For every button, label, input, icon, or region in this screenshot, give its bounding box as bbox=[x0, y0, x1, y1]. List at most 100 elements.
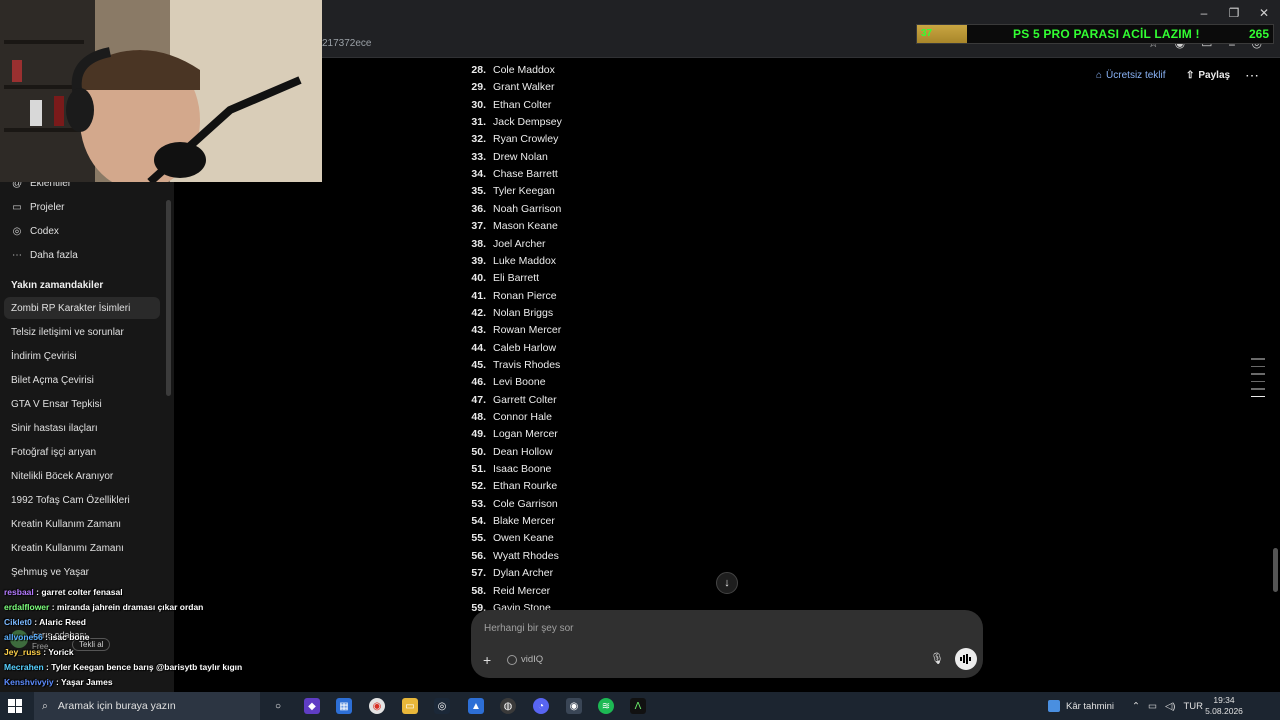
store-icon[interactable]: ▦ bbox=[336, 698, 352, 714]
list-item-name: Chase Barrett bbox=[493, 168, 558, 181]
list-item-name: Cole Garrison bbox=[493, 497, 558, 510]
app-icon[interactable]: ◍ bbox=[500, 698, 516, 714]
nav-label: Codex bbox=[30, 225, 59, 237]
app-icon[interactable]: ▲ bbox=[468, 698, 484, 714]
sidebar-chat-item[interactable]: Kreatin Kullanımı Zamanı bbox=[4, 537, 160, 559]
list-item-number: 30. bbox=[471, 98, 486, 111]
list-item: 33. Drew Nolan bbox=[462, 151, 547, 168]
weather-widget[interactable]: Kâr tahmini bbox=[1048, 692, 1114, 720]
app-icon[interactable]: ◆ bbox=[304, 698, 320, 714]
toc-line[interactable] bbox=[1251, 373, 1265, 375]
donation-current: 37 bbox=[921, 28, 933, 39]
sidebar-chat-item[interactable]: Bilet Açma Çevirisi bbox=[4, 369, 160, 391]
list-item-name: Joel Archer bbox=[493, 237, 546, 250]
share-button[interactable]: ⇧ Paylaş bbox=[1186, 70, 1230, 81]
list-item-name: Dylan Archer bbox=[493, 567, 554, 580]
clock[interactable]: 19:34 5.08.2026 bbox=[1200, 695, 1248, 717]
nav-more[interactable]: ⋯ Daha fazla bbox=[8, 243, 158, 267]
list-item-number: 38. bbox=[471, 237, 486, 250]
list-item: 42. Nolan Briggs bbox=[462, 307, 553, 324]
spotify-icon[interactable]: ≋ bbox=[598, 698, 614, 714]
stream-chat-message: Kenshvivyiy : Yaşar James bbox=[4, 677, 113, 687]
list-item: 57. Dylan Archer bbox=[462, 567, 553, 584]
sidebar-chat-item[interactable]: Nitelikli Böcek Aranıyor bbox=[4, 465, 160, 487]
list-item-name: Isaac Boone bbox=[493, 463, 552, 476]
toc-line[interactable] bbox=[1251, 380, 1265, 382]
toc-line[interactable] bbox=[1251, 358, 1265, 360]
vidiq-label: vidIQ bbox=[521, 654, 544, 665]
discord-icon[interactable]: ◔ bbox=[533, 698, 549, 714]
close-button[interactable]: ✕ bbox=[1254, 6, 1274, 20]
network-icon[interactable]: ▭ bbox=[1148, 701, 1157, 712]
stream-chat-message: erdalflower : miranda jahrein draması çı… bbox=[4, 602, 203, 612]
scroll-down-button[interactable]: ↓ bbox=[716, 572, 738, 594]
list-item-name: Noah Garrison bbox=[493, 202, 562, 215]
sidebar-chat-item[interactable]: İndirim Çevirisi bbox=[4, 345, 160, 367]
list-item-name: Rowan Mercer bbox=[493, 324, 562, 337]
stream-chat-message: resbaal : garret colter fenasal bbox=[4, 587, 123, 597]
nav-projects[interactable]: ▭ Projeler bbox=[8, 195, 158, 219]
attach-button[interactable]: + bbox=[483, 652, 491, 668]
sidebar-chat-item[interactable]: Şehmuş ve Yaşar bbox=[4, 561, 160, 583]
vidiq-icon bbox=[507, 654, 517, 665]
list-item-name: Ryan Crowley bbox=[493, 133, 559, 146]
list-item-number: 53. bbox=[471, 497, 486, 510]
conversation-toc[interactable] bbox=[1251, 358, 1265, 403]
list-item: 31. Jack Dempsey bbox=[462, 116, 561, 133]
clock-date: 5.08.2026 bbox=[1205, 706, 1243, 716]
gift-icon: ⌂ bbox=[1096, 70, 1103, 81]
list-item-name: Eli Barrett bbox=[493, 272, 540, 285]
toc-line[interactable] bbox=[1251, 365, 1265, 367]
chrome-icon[interactable]: ◉ bbox=[369, 698, 385, 714]
vidiq-tool-chip[interactable]: vidIQ bbox=[507, 654, 543, 665]
mic-icon[interactable]: 🎙 bbox=[930, 652, 944, 665]
list-item-number: 46. bbox=[471, 376, 486, 389]
donation-target: 265 bbox=[1248, 27, 1269, 41]
url-text[interactable]: 217372ece bbox=[322, 38, 372, 49]
sidebar-chat-item[interactable]: Fotoğraf işçi arıyan bbox=[4, 441, 160, 463]
sidebar-chat-item[interactable]: Sinir hastası ilaçları bbox=[4, 417, 160, 439]
nav-codex[interactable]: ◎ Codex bbox=[8, 219, 158, 243]
chat-username: Ciklet0 bbox=[4, 617, 32, 627]
sidebar-chat-item[interactable]: Kreatin Kullanım Zamanı bbox=[4, 513, 160, 535]
list-item: 51. Isaac Boone bbox=[462, 463, 551, 480]
list-item: 35. Tyler Keegan bbox=[462, 185, 554, 202]
toc-line-active[interactable] bbox=[1251, 395, 1265, 397]
system-tray[interactable]: ⌃ ▭ ◁) TUR bbox=[1132, 692, 1203, 720]
sidebar-scrollbar[interactable] bbox=[166, 200, 171, 396]
restore-button[interactable]: ❐ bbox=[1224, 6, 1244, 20]
main-scrollbar[interactable] bbox=[1273, 548, 1278, 592]
message-input[interactable]: Herhangi bir şey sor bbox=[484, 623, 573, 634]
free-offer-button[interactable]: ⌂ Ücretsiz teklif bbox=[1096, 70, 1166, 81]
cortana-icon[interactable]: ○ bbox=[270, 698, 286, 714]
list-item: 38. Joel Archer bbox=[462, 237, 546, 255]
list-item-number: 52. bbox=[471, 480, 486, 493]
list-item-number: 34. bbox=[471, 168, 486, 181]
chat-separator: : bbox=[53, 677, 62, 687]
list-item-number: 28. bbox=[471, 64, 486, 76]
list-item: 37. Mason Keane bbox=[462, 220, 557, 237]
windows-start-button[interactable] bbox=[8, 699, 22, 713]
steam-icon[interactable]: ◎ bbox=[434, 698, 450, 714]
file-explorer-icon[interactable]: ▭ bbox=[402, 698, 418, 714]
more-options-button[interactable]: ⋯ bbox=[1245, 67, 1259, 84]
volume-icon[interactable]: ◁) bbox=[1165, 701, 1175, 712]
sidebar-chat-item[interactable]: 1992 Tofaş Cam Özellikleri bbox=[4, 489, 160, 511]
list-item-name: Dean Hollow bbox=[493, 445, 553, 458]
taskbar-search[interactable]: ⌕ Aramak için buraya yazın bbox=[34, 692, 260, 720]
app-icon[interactable]: Λ bbox=[630, 698, 646, 714]
chat-username: erdalflower bbox=[4, 602, 50, 612]
sidebar-chat-item[interactable]: Telsiz iletişimi ve sorunlar bbox=[4, 321, 160, 343]
voice-mode-button[interactable] bbox=[955, 648, 977, 670]
sidebar-chat-item[interactable]: GTA V Ensar Tepkisi bbox=[4, 393, 160, 415]
toc-line[interactable] bbox=[1251, 388, 1265, 390]
browser-active-icon[interactable]: ◉ bbox=[566, 698, 582, 714]
list-item-name: Blake Mercer bbox=[493, 515, 555, 528]
list-item-number: 54. bbox=[471, 515, 486, 528]
message-composer[interactable]: Herhangi bir şey sor + vidIQ 🎙 bbox=[471, 610, 983, 678]
minimize-button[interactable]: – bbox=[1194, 6, 1214, 20]
chevron-up-icon[interactable]: ⌃ bbox=[1132, 701, 1140, 712]
sidebar-chat-item[interactable]: Zombi RP Karakter İsimleri bbox=[4, 297, 160, 319]
list-item: 54. Blake Mercer bbox=[462, 515, 555, 532]
list-item-number: 36. bbox=[471, 202, 486, 215]
